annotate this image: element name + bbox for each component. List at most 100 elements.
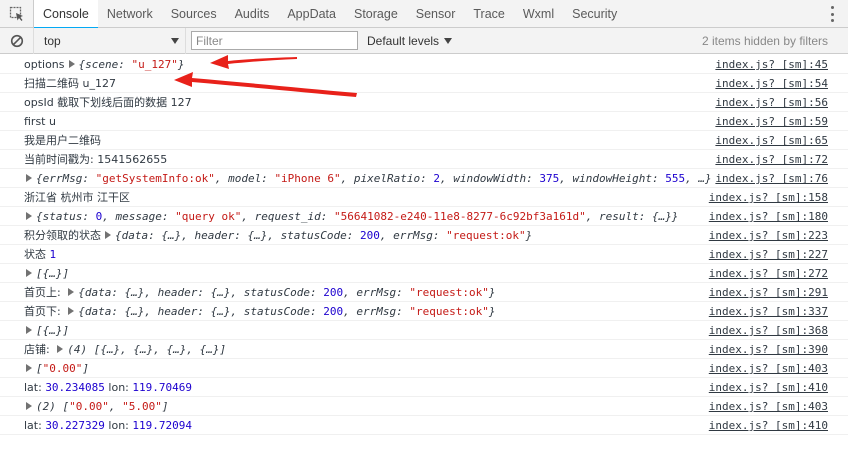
console-toolbar: top Default levels 2 items hidden by fil… (0, 27, 848, 54)
console-message: 积分领取的状态 {data: {…}, header: {…}, statusCo… (0, 226, 848, 245)
console-message: ["0.00"] index.js? [sm]:403 (0, 359, 848, 378)
console-message: lat: 30.227329 lon: 119.72094 index.js? [… (0, 416, 848, 435)
source-link[interactable]: index.js? [sm]:59 (715, 112, 828, 131)
console-message: [{…}] index.js? [sm]:368 (0, 321, 848, 340)
text-segment: , errMsg: (379, 229, 447, 242)
source-link[interactable]: index.js? [sm]:72 (715, 150, 828, 169)
string-value: "request:ok" (409, 286, 489, 299)
number-value: 119.72094 (132, 419, 192, 432)
source-link[interactable]: index.js? [sm]:272 (709, 264, 828, 283)
expand-triangle-icon[interactable] (26, 326, 32, 334)
expand-triangle-icon[interactable] (68, 288, 75, 296)
source-link[interactable]: index.js? [sm]:390 (709, 340, 828, 359)
console-message: (2) ["0.00", "5.00"] index.js? [sm]:403 (0, 397, 848, 416)
text-segment: {errMsg: (36, 172, 96, 185)
tab-audits[interactable]: Audits (226, 0, 279, 27)
log-levels-dropdown[interactable]: Default levels (367, 34, 453, 48)
message-text: [{…}] (24, 264, 69, 283)
text-segment: lat: (24, 381, 46, 394)
console-message: {status: 0, message: "query ok", request… (0, 207, 848, 226)
number-value: 200 (323, 305, 344, 318)
console-message: 状态 1 index.js? [sm]:227 (0, 245, 848, 264)
text-segment: {data: {…}, header: {…}, statusCode: (78, 286, 324, 299)
console-message: 店铺: (4) [{…}, {…}, {…}, {…}] index.js? [s… (0, 340, 848, 359)
source-link[interactable]: index.js? [sm]:368 (709, 321, 828, 340)
number-value: 119.70469 (132, 381, 192, 394)
expand-triangle-icon[interactable] (26, 174, 32, 182)
source-link[interactable]: index.js? [sm]:227 (709, 245, 828, 264)
number-value: 200 (323, 286, 344, 299)
source-link[interactable]: index.js? [sm]:291 (709, 283, 828, 302)
tab-security[interactable]: Security (563, 0, 626, 27)
hidden-items-info: 2 items hidden by filters (701, 34, 828, 48)
text-segment: 首页下: (24, 305, 65, 318)
text-segment: 首页上: (24, 286, 65, 299)
context-selector[interactable]: top (34, 27, 186, 54)
message-text: 我是用户二维码 (24, 131, 101, 150)
expand-triangle-icon[interactable] (68, 60, 75, 68)
devtools-tab-bar: Console Network Sources Audits AppData Storag… (0, 0, 848, 29)
console-message: 我是用户二维码 index.js? [sm]:65 (0, 131, 848, 150)
more-options-icon[interactable] (828, 6, 836, 22)
console-message: first u index.js? [sm]:59 (0, 112, 848, 131)
number-value: 200 (360, 229, 380, 242)
chevron-down-icon (444, 37, 453, 44)
tab-trace[interactable]: Trace (464, 0, 514, 27)
source-link[interactable]: index.js? [sm]:180 (709, 207, 828, 226)
expand-triangle-icon[interactable] (105, 231, 111, 239)
tab-sensor[interactable]: Sensor (407, 0, 465, 27)
text-segment: first u (24, 115, 56, 128)
inspect-element-icon[interactable] (0, 0, 34, 27)
string-value: "query ok" (175, 210, 242, 223)
console-message: {errMsg: "getSystemInfo:ok", model: "iPh… (0, 169, 848, 188)
expand-triangle-icon[interactable] (26, 269, 32, 277)
text-segment: , …} (685, 172, 712, 185)
source-link[interactable]: index.js? [sm]:410 (709, 378, 828, 397)
filter-input[interactable] (191, 31, 358, 50)
message-text: [{…}] (24, 321, 69, 340)
source-link[interactable]: index.js? [sm]:223 (709, 226, 828, 245)
console-message: 首页下: {data: {…}, header: {…}, statusCode… (0, 302, 848, 321)
console-log-area[interactable]: options {scene: "u_127"} index.js? [sm]:45… (0, 55, 848, 452)
text-segment: , windowWidth: (440, 172, 540, 185)
source-link[interactable]: index.js? [sm]:403 (709, 397, 828, 416)
expand-triangle-icon[interactable] (26, 402, 32, 410)
text-segment: (4) [{…}, {…}, {…}, {…}] (67, 343, 227, 356)
expand-triangle-icon[interactable] (57, 345, 64, 353)
source-link[interactable]: index.js? [sm]:410 (709, 416, 828, 435)
console-message: [{…}] index.js? [sm]:272 (0, 264, 848, 283)
tab-network[interactable]: Network (98, 0, 162, 27)
source-link[interactable]: index.js? [sm]:54 (715, 74, 828, 93)
console-message: lat: 30.234085 lon: 119.70469 index.js? [… (0, 378, 848, 397)
tab-console[interactable]: Console (34, 0, 98, 29)
text-segment: } (525, 229, 533, 242)
source-link[interactable]: index.js? [sm]:76 (715, 169, 828, 188)
source-link[interactable]: index.js? [sm]:65 (715, 131, 828, 150)
source-link[interactable]: index.js? [sm]:337 (709, 302, 828, 321)
text-segment: , (108, 400, 123, 413)
number-value: 555 (665, 172, 686, 185)
string-value: "56641082-e240-11e8-8277-6c92bf3a161d" (334, 210, 586, 223)
clear-console-icon[interactable] (0, 27, 34, 54)
chevron-down-icon (171, 37, 179, 44)
string-value: "0.00" (69, 400, 109, 413)
expand-triangle-icon[interactable] (26, 364, 32, 372)
text-segment: } (488, 286, 496, 299)
text-segment: ] (82, 362, 89, 375)
expand-triangle-icon[interactable] (26, 212, 32, 220)
expand-triangle-icon[interactable] (68, 307, 75, 315)
tab-storage[interactable]: Storage (345, 0, 407, 27)
console-message: 当前时间戳为: 1541562655 index.js? [sm]:72 (0, 150, 848, 169)
console-message: 浙江省 杭州市 江干区 index.js? [sm]:158 (0, 188, 848, 207)
text-segment: 状态 (24, 248, 50, 261)
source-link[interactable]: index.js? [sm]:56 (715, 93, 828, 112)
source-link[interactable]: index.js? [sm]:403 (709, 359, 828, 378)
message-text: 店铺: (4) [{…}, {…}, {…}, {…}] (24, 340, 226, 359)
tab-wxml[interactable]: Wxml (514, 0, 563, 27)
source-link[interactable]: index.js? [sm]:158 (709, 188, 828, 207)
tab-appdata[interactable]: AppData (278, 0, 345, 27)
source-link[interactable]: index.js? [sm]:45 (715, 55, 828, 74)
text-segment: {data: {…}, header: {…}, statusCode: (78, 305, 324, 318)
text-segment: 浙江省 杭州市 江干区 (24, 191, 130, 204)
tab-sources[interactable]: Sources (162, 0, 226, 27)
